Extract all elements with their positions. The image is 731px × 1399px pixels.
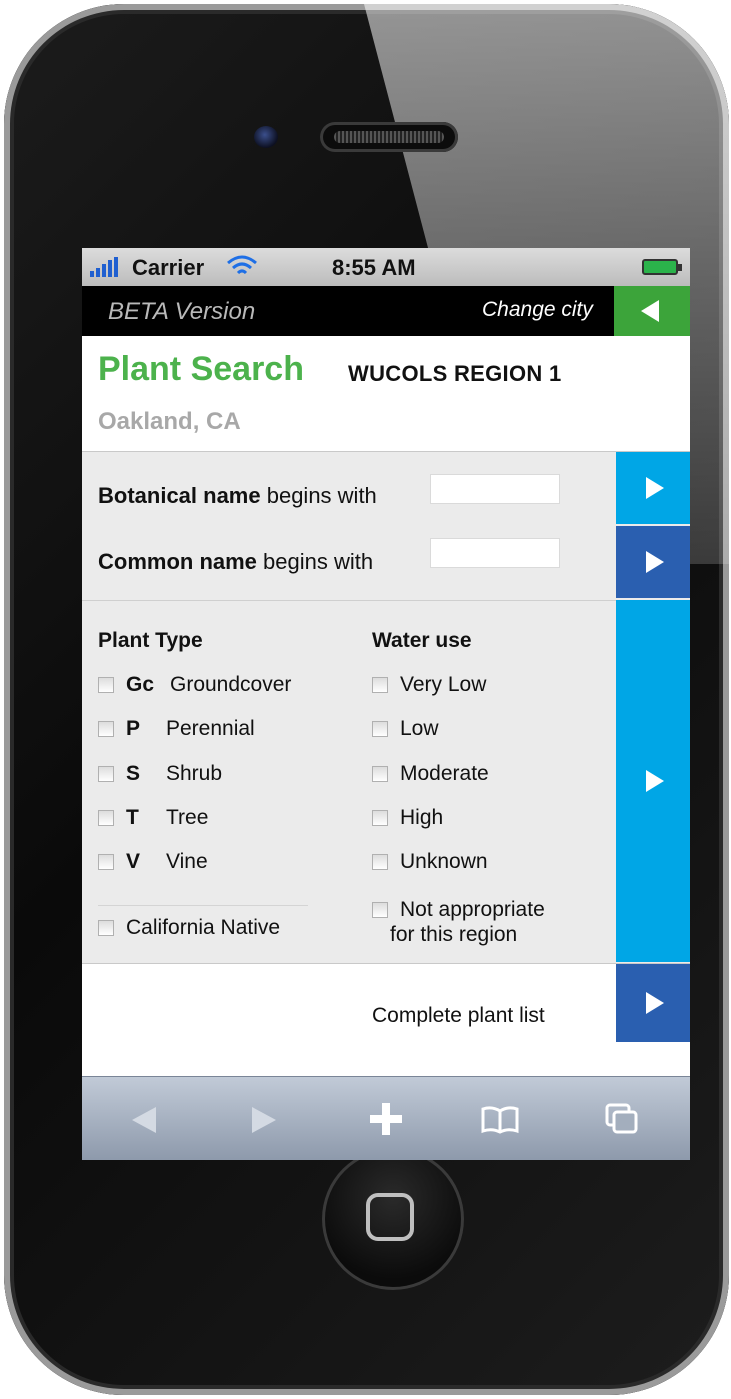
plant-type-code: T [126, 806, 139, 829]
triangle-left-icon [641, 300, 659, 322]
beta-label: BETA Version [108, 298, 256, 325]
earpiece-speaker [320, 122, 458, 152]
forward-arrow-icon[interactable] [250, 1105, 278, 1140]
plant-type-label: Tree [166, 806, 209, 829]
california-native-label: California Native [126, 916, 281, 939]
carrier-label: Carrier [132, 255, 205, 280]
checkbox[interactable] [98, 920, 114, 936]
triangle-right-icon [646, 477, 664, 499]
complete-list-area: Complete plant list [82, 963, 690, 1076]
filter-search-button[interactable] [616, 600, 690, 962]
water-use-label: Not appropriate [400, 898, 545, 921]
plant-type-label: Shrub [166, 762, 223, 785]
plant-type-code: P [126, 717, 141, 740]
book-icon[interactable] [480, 1105, 520, 1140]
checkbox[interactable] [372, 810, 388, 826]
browser-toolbar [82, 1076, 690, 1160]
page-title: Plant Search [98, 350, 304, 388]
checkbox[interactable] [372, 766, 388, 782]
water-use-label: Very Low [400, 673, 487, 696]
native-divider [98, 905, 308, 906]
checkbox[interactable] [98, 766, 114, 782]
triangle-right-icon [646, 770, 664, 792]
water-use-label: High [400, 806, 444, 829]
water-use-label: Unknown [400, 850, 488, 873]
botanical-name-bold: Botanical name [98, 483, 261, 508]
region-label: WUCOLS REGION 1 [348, 361, 562, 386]
status-bar: Carrier 8:55 AM [82, 248, 690, 286]
botanical-search-button[interactable] [616, 452, 690, 524]
screen: Carrier 8:55 AM BETA Version Change city… [82, 248, 690, 1160]
status-time: 8:55 AM [332, 255, 416, 280]
plant-type-code: Gc [126, 673, 155, 696]
water-use-label: Moderate [400, 762, 489, 785]
common-name-label: Common name begins with [98, 549, 373, 575]
change-city-link[interactable]: Change city [482, 298, 593, 322]
botanical-name-rest: begins with [260, 483, 377, 508]
city-label: Oakland, CA [98, 408, 241, 435]
water-use-label-line2: for this region [390, 923, 518, 946]
water-use-heading: Water use [372, 629, 472, 652]
common-name-rest: begins with [256, 549, 374, 574]
battery-icon [642, 259, 682, 275]
checkbox[interactable] [98, 677, 114, 693]
checkbox[interactable] [372, 677, 388, 693]
plus-icon[interactable] [368, 1101, 404, 1142]
checkbox[interactable] [372, 902, 388, 918]
pages-icon[interactable] [604, 1102, 640, 1141]
plant-type-code: V [126, 850, 141, 873]
home-button[interactable] [322, 1148, 464, 1290]
common-search-button[interactable] [616, 526, 690, 598]
plant-type-label: Groundcover [170, 673, 292, 696]
checkbox[interactable] [98, 810, 114, 826]
back-arrow-icon[interactable] [130, 1105, 158, 1140]
triangle-right-icon [646, 992, 664, 1014]
plant-type-label: Perennial [166, 717, 255, 740]
common-name-bold: Common name [98, 549, 257, 574]
botanical-name-input[interactable] [430, 474, 560, 504]
common-name-input[interactable] [430, 538, 560, 568]
checkbox[interactable] [372, 854, 388, 870]
complete-plant-list-label[interactable]: Complete plant list [372, 1004, 545, 1028]
botanical-name-label: Botanical name begins with [98, 483, 377, 509]
plant-type-heading: Plant Type [98, 629, 203, 652]
plant-type-label: Vine [166, 850, 208, 873]
home-square-icon [366, 1193, 414, 1241]
complete-plant-list-button[interactable] [616, 964, 690, 1042]
page-header: Plant Search WUCOLS REGION 1 Oakland, CA [82, 336, 690, 452]
wifi-icon [226, 255, 258, 285]
signal-bars-icon [90, 257, 118, 277]
checkbox[interactable] [98, 721, 114, 737]
section-divider [82, 600, 616, 601]
water-use-label: Low [400, 717, 439, 740]
front-camera [254, 126, 278, 148]
top-bar: BETA Version Change city [82, 286, 690, 336]
checkbox[interactable] [98, 854, 114, 870]
change-city-button[interactable] [614, 286, 690, 336]
triangle-right-icon [646, 551, 664, 573]
plant-type-code: S [126, 762, 141, 785]
checkbox[interactable] [372, 721, 388, 737]
